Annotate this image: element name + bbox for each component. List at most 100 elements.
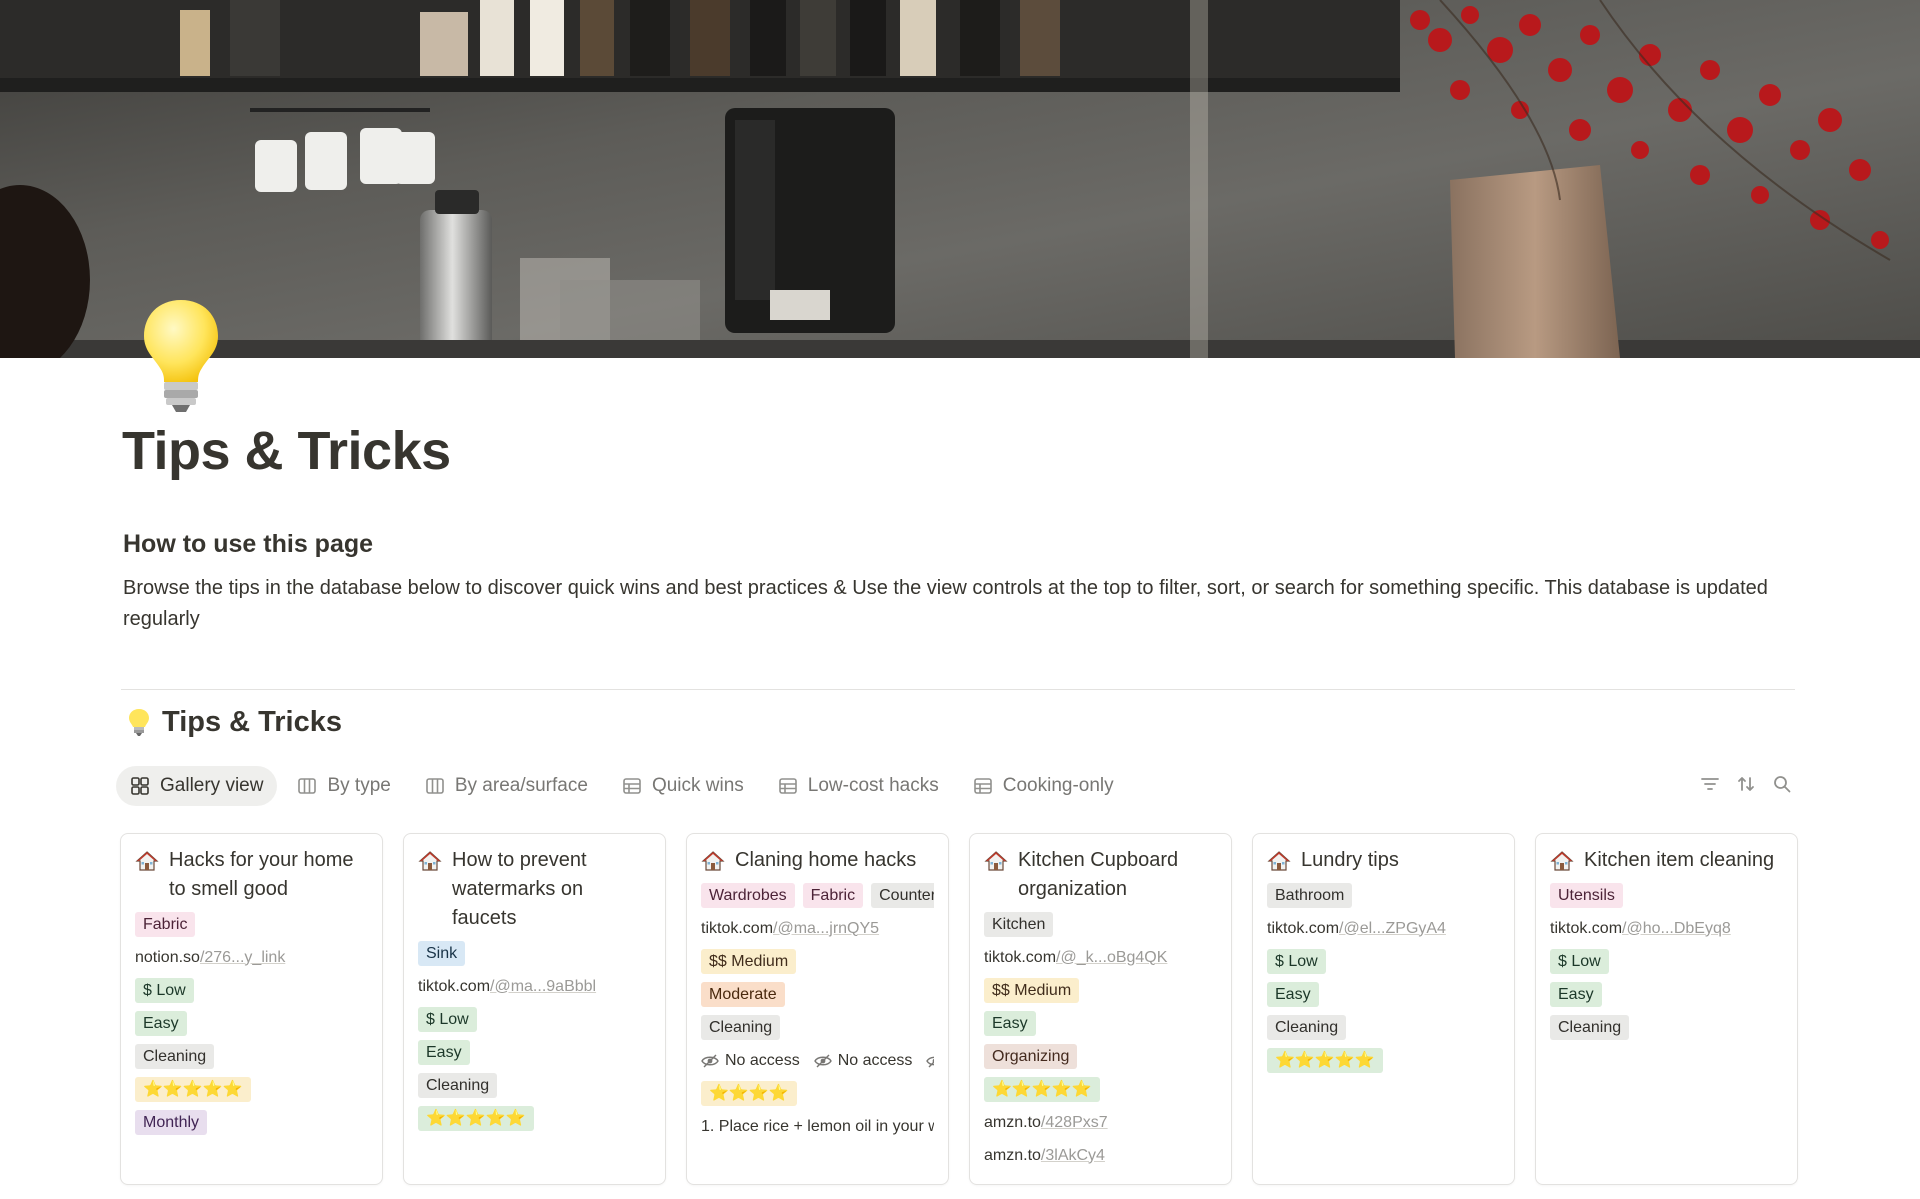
- table-icon: [778, 776, 798, 796]
- tag: $$ Medium: [701, 949, 797, 974]
- sort-icon[interactable]: [1736, 774, 1756, 794]
- card-property-tags: ⭐⭐⭐⭐: [701, 1081, 934, 1106]
- link-path: /276...y_link: [199, 948, 286, 966]
- card-property-link[interactable]: amzn.to/428Pxs7: [984, 1110, 1217, 1135]
- card-property-tags: Easy: [984, 1011, 1217, 1036]
- tag: Wardrobes: [701, 883, 795, 908]
- card-property-tags: Fabric: [135, 912, 368, 937]
- lightbulb-icon[interactable]: [140, 296, 222, 416]
- card-property-link[interactable]: notion.so/276...y_link: [135, 945, 368, 970]
- link-domain: notion.so: [135, 948, 200, 966]
- page-description: Browse the tips in the database below to…: [123, 577, 1768, 630]
- link-domain: amzn.to: [984, 1146, 1041, 1164]
- link-path: /428Pxs7: [1040, 1113, 1108, 1131]
- card-title: Hacks for your home to smell good: [135, 846, 368, 904]
- card-property-tags: Organizing: [984, 1044, 1217, 1069]
- page-title[interactable]: Tips & Tricks: [122, 420, 451, 482]
- card-property-tags: Cleaning: [418, 1073, 651, 1098]
- relation-text: No access: [725, 1051, 800, 1069]
- tag: ⭐⭐⭐⭐⭐: [418, 1106, 534, 1131]
- link-domain: tiktok.com: [1550, 919, 1623, 937]
- house-icon: [135, 851, 159, 871]
- tab-cooking-only[interactable]: Cooking-only: [959, 766, 1128, 806]
- gallery-card[interactable]: Kitchen item cleaning Utensils tiktok.com /…: [1535, 833, 1798, 1185]
- tab-gallery-view[interactable]: Gallery view: [116, 766, 278, 806]
- card-title: Claning home hacks: [701, 846, 934, 875]
- card-property-tags: Easy: [135, 1011, 368, 1036]
- link-path: /@_k...oBg4QK: [1056, 948, 1168, 966]
- card-property-link[interactable]: tiktok.com/@ma...jrnQY5: [701, 916, 934, 941]
- card-property-tags: $$ Medium: [701, 949, 934, 974]
- card-property-tags: Easy: [1550, 982, 1783, 1007]
- no-access-icon: [701, 1054, 719, 1067]
- card-title: How to prevent watermarks on faucets: [418, 846, 651, 933]
- relation-item[interactable]: No access: [813, 1051, 913, 1070]
- board-icon: [425, 776, 445, 796]
- tab-low-cost-hacks[interactable]: Low-cost hacks: [764, 766, 953, 806]
- tag: Cleaning: [418, 1073, 498, 1098]
- tag: Organizing: [984, 1044, 1078, 1069]
- gallery-card[interactable]: How to prevent watermarks on faucets Sink…: [403, 833, 666, 1185]
- tag: $$ Medium: [984, 978, 1080, 1003]
- tag: Easy: [984, 1011, 1036, 1036]
- gallery-icon: [130, 776, 150, 796]
- card-property-tags: ⭐⭐⭐⭐⭐: [1267, 1048, 1500, 1073]
- tag: $ Low: [418, 1007, 477, 1032]
- table-icon: [973, 776, 993, 796]
- link-domain: tiktok.com: [984, 948, 1057, 966]
- card-property-link[interactable]: tiktok.com/@el...ZPGyA4: [1267, 916, 1500, 941]
- card-title-text: Kitchen item cleaning: [1584, 849, 1775, 871]
- tab-label: Gallery view: [160, 775, 264, 796]
- page-cover-image: [0, 0, 1920, 358]
- relation-text: No access: [837, 1051, 913, 1069]
- link-path: /3lAkCy4: [1040, 1146, 1105, 1164]
- tab-by-area-surface[interactable]: By area/surface: [411, 766, 602, 806]
- section-heading: How to use this page: [123, 530, 374, 558]
- card-title-text: How to prevent watermarks on faucets: [452, 849, 587, 929]
- link-domain: amzn.to: [984, 1113, 1041, 1131]
- link-domain: tiktok.com: [1267, 919, 1340, 937]
- board-icon: [297, 776, 317, 796]
- table-icon: [622, 776, 642, 796]
- tag: Easy: [1267, 982, 1319, 1007]
- card-property-tags: Moderate: [701, 982, 934, 1007]
- search-icon[interactable]: [1772, 774, 1792, 794]
- lightbulb-icon: [129, 708, 149, 736]
- card-property-link[interactable]: tiktok.com/@ho...DbEyq8: [1550, 916, 1783, 941]
- card-title: Kitchen Cupboard organization: [984, 846, 1217, 904]
- tag: Moderate: [701, 982, 785, 1007]
- card-title-text: Kitchen Cupboard organization: [1018, 849, 1179, 900]
- tab-by-type[interactable]: By type: [283, 766, 404, 806]
- card-title-text: Hacks for your home to smell good: [169, 849, 354, 900]
- relation-item[interactable]: No access: [701, 1052, 800, 1070]
- gallery-card[interactable]: Hacks for your home to smell good Fabric n…: [120, 833, 383, 1185]
- card-property-relation: No access No access No access: [701, 1048, 934, 1073]
- card-property-tags: Sink: [418, 941, 651, 966]
- database-title-text: Tips & Tricks: [162, 706, 342, 738]
- card-property-tags: ⭐⭐⭐⭐⭐: [418, 1106, 651, 1131]
- tag: ⭐⭐⭐⭐⭐: [1267, 1048, 1383, 1073]
- card-property-tags: $$ Medium: [984, 978, 1217, 1003]
- card-property-link[interactable]: tiktok.com/@_k...oBg4QK: [984, 945, 1217, 970]
- gallery-card[interactable]: Kitchen Cupboard organization Kitchen tikt…: [969, 833, 1232, 1185]
- relation-item[interactable]: No access: [926, 1052, 934, 1070]
- tag: Easy: [135, 1011, 187, 1036]
- card-title: Kitchen item cleaning: [1550, 846, 1783, 875]
- card-title-text: Lundry tips: [1301, 849, 1399, 871]
- view-tools: [1700, 774, 1792, 794]
- tag: Sink: [418, 941, 466, 966]
- tab-quick-wins[interactable]: Quick wins: [608, 766, 758, 806]
- filter-icon[interactable]: [1700, 774, 1720, 794]
- card-property-tags: $ Low: [418, 1007, 651, 1032]
- tag: Cleaning: [135, 1044, 215, 1069]
- card-property-link[interactable]: tiktok.com/@ma...9aBbbl: [418, 974, 651, 999]
- tag: $ Low: [1550, 949, 1609, 974]
- card-property-link[interactable]: amzn.to/3lAkCy4: [984, 1143, 1217, 1168]
- database-title[interactable]: Tips & Tricks: [128, 706, 342, 739]
- gallery-card[interactable]: Lundry tips Bathroom tiktok.com/@el...ZPGy…: [1252, 833, 1515, 1185]
- link-path: /@ho...DbEyq8: [1622, 919, 1731, 937]
- card-property-tags: ⭐⭐⭐⭐⭐: [135, 1077, 368, 1102]
- house-icon: [1267, 851, 1291, 871]
- tag: Countertops: [871, 883, 934, 908]
- gallery-card[interactable]: Claning home hacks Wardrobes Fabric Counter…: [686, 833, 949, 1185]
